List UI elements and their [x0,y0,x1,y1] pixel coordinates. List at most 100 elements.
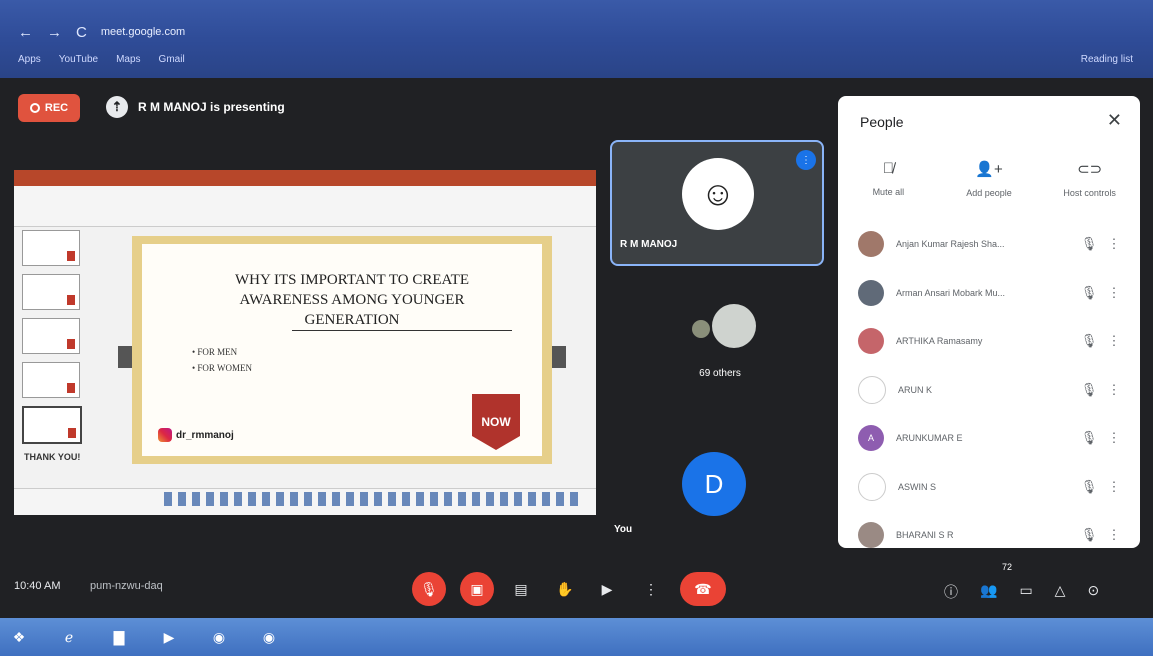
close-icon[interactable]: ✕ [1107,110,1122,131]
mic-off-icon: 🎙 [420,580,438,597]
folder-icon[interactable]: ▇ [106,624,132,650]
instagram-handle: dr_rmmanoj [158,428,234,442]
slide-bullets: FOR MEN FOR WOMEN [192,344,252,376]
mic-off-icon[interactable]: 🎙 [1074,382,1104,398]
bookmark-maps[interactable]: Maps [116,54,140,65]
bookmark-gmail[interactable]: Gmail [159,54,185,65]
taskbar-items: ❖ ℯ ▇ ▶ ◉ ◉ [6,624,282,650]
slide-left-tab [118,346,132,368]
participant-name: ARTHIKA Ramasamy [896,336,983,347]
slide-canvas: WHY ITS IMPORTANT TO CREATE AWARENESS AM… [142,244,542,456]
participant-name: ASWIN S [898,481,937,492]
more-vert-icon[interactable]: ⋮ [1104,285,1124,301]
more-vert-icon[interactable]: ⋮ [1104,527,1124,543]
mic-off-icon[interactable]: 🎙 [1074,236,1104,252]
add-people-button[interactable]: 👤+ Add people [944,160,1034,198]
presenter-tile[interactable]: ⋮ ☺ R M MANOJ [610,140,824,266]
bookmark-youtube[interactable]: YouTube [59,54,98,65]
participant-row[interactable]: Anjan Kumar Rajesh Sha... 🎙 ⋮ [838,220,1140,269]
rec-label: REC [44,102,69,114]
record-icon [29,103,40,113]
slide-divider [292,330,512,331]
recording-button[interactable]: REC [18,94,80,122]
reload-icon[interactable]: C [76,24,87,41]
participant-row[interactable]: ASWIN S 🎙 ⋮ [838,463,1140,512]
media-icon[interactable]: ▶ [156,624,182,650]
mic-off-icon[interactable]: 🎙 [1074,430,1104,446]
mic-toggle-button[interactable]: 🎙 [412,572,446,606]
captions-icon: ▤ [514,580,528,597]
participant-row[interactable]: ARTHIKA Ramasamy 🎙 ⋮ [838,317,1140,366]
participant-row[interactable]: Arman Ansari Mobark Mu... 🎙 ⋮ [838,269,1140,318]
info-icon[interactable]: ⓘ [944,582,958,602]
mute-all-button[interactable]: 🎙̸ Mute all [843,160,933,198]
participant-row[interactable]: BHARANI S R 🎙 ⋮ [838,511,1140,548]
add-person-icon: 👤+ [975,161,1003,178]
chrome-icon[interactable]: ◉ [256,624,282,650]
more-vert-icon[interactable]: ⋮ [1104,479,1124,495]
slide-thumbnail [22,274,80,310]
start-icon[interactable]: ❖ [6,624,32,650]
side-controls: ⓘ 👥 ▭ △ ⊙ [944,582,1099,602]
slide-bullet: FOR MEN [192,344,252,360]
slide-thumbnail [22,318,80,354]
chrome-icon[interactable]: ◉ [206,624,232,650]
participant-row[interactable]: A ARUNKUMAR E 🎙 ⋮ [838,414,1140,463]
avatar [712,304,756,348]
others-avatars [680,300,760,350]
more-vert-icon[interactable]: ⋮ [1104,333,1124,349]
participant-name: BHARANI S R [896,530,954,541]
mic-off-icon[interactable]: 🎙 [1074,527,1104,543]
phone-hangup-icon: ☎ [694,580,712,597]
meeting-code: pum-nzwu-daq [90,580,163,592]
participant-row[interactable]: ARUN K 🎙 ⋮ [838,366,1140,415]
more-vert-icon[interactable]: ⋮ [1104,236,1124,252]
captions-button[interactable]: ▤ [506,572,536,606]
slide-title-line: AWARENESS AMONG YOUNGER [239,292,465,308]
others-tile[interactable]: 69 others [680,300,760,390]
avatar [692,320,710,338]
address-row: ← → C meet.google.com [18,20,1133,44]
people-actions: 🎙̸ Mute all 👤+ Add people ⊂⊃ Host contro… [838,160,1140,198]
leave-call-button[interactable]: ☎ [680,572,726,606]
chat-icon[interactable]: ▭ [1019,582,1032,602]
slide-title-line: GENERATION [304,312,400,328]
lock-icon[interactable]: ⊙ [1087,582,1099,602]
add-people-label: Add people [966,188,1012,198]
ie-icon[interactable]: ℯ [56,624,82,650]
participant-list: Anjan Kumar Rajesh Sha... 🎙 ⋮ Arman Ansari … [838,220,1140,548]
ppt-titlebar [14,170,596,186]
activities-icon[interactable]: △ [1055,582,1066,602]
more-vert-icon[interactable]: ⋮ [1104,430,1124,446]
back-icon[interactable]: ← [18,24,33,41]
people-icon[interactable]: 👥 [980,582,997,602]
more-options-button[interactable]: ⋮ [636,572,666,606]
more-vert-icon: ⋮ [644,580,658,597]
presenter-name: R M MANOJ [620,239,678,250]
raise-hand-button[interactable]: ✋ [550,572,580,606]
participant-name: ARUNKUMAR E [896,433,963,444]
avatar [858,522,884,548]
camera-off-icon: ▣ [470,580,484,597]
slide-thumbnails: THANK YOU! [18,230,88,500]
browser-chrome: ← → C meet.google.com Apps YouTube Maps … [0,0,1153,78]
more-vert-icon[interactable]: ⋮ [1104,382,1124,398]
mic-off-icon[interactable]: 🎙 [1074,285,1104,301]
participant-name: Arman Ansari Mobark Mu... [896,287,1006,298]
host-controls-button[interactable]: ⊂⊃ Host controls [1045,160,1135,198]
mic-off-icon[interactable]: 🎙 [1074,333,1104,349]
forward-icon[interactable]: → [47,24,62,41]
camera-toggle-button[interactable]: ▣ [460,572,494,606]
url-field[interactable]: meet.google.com [101,26,185,38]
present-button[interactable]: ▶ [592,572,622,606]
mic-off-icon: 🎙̸ [882,160,894,177]
present-icon: ▶ [601,580,613,597]
bookmark-apps[interactable]: Apps [18,54,41,65]
participant-count-badge: 72 [1002,562,1013,572]
mic-off-icon[interactable]: 🎙 [1074,479,1104,495]
presenting-banner: ⇡ R M MANOJ is presenting [106,96,285,118]
thumbnail-thank-you: THANK YOU! [24,452,81,462]
avatar [858,472,886,501]
reading-list[interactable]: Reading list [1081,54,1133,65]
presenter-avatar: ☺ [682,158,754,230]
